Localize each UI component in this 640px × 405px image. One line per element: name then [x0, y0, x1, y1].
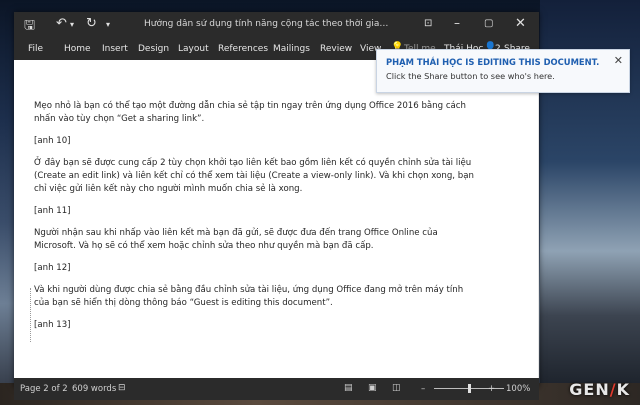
notification-title: PHẠM THÁI HỌC IS EDITING THIS DOCUMENT. [386, 57, 600, 67]
document-page[interactable]: Mẹo nhỏ là bạn có thể tạo một đường dẫn … [14, 60, 538, 378]
watermark-text-right: K [616, 380, 630, 399]
paragraph: Ở đây bạn sẽ được cung cấp 2 tùy chọn kh… [34, 158, 474, 194]
genk-watermark: GEN/K [569, 380, 630, 399]
save-icon[interactable]: 🖫 [24, 16, 35, 38]
zoom-out-icon[interactable]: – [421, 384, 425, 394]
redo-icon[interactable]: ↻ [86, 16, 97, 31]
tab-file[interactable]: File [28, 44, 43, 54]
customize-toolbar-icon[interactable]: ▾ [106, 20, 110, 29]
close-icon[interactable]: ✕ [614, 54, 623, 67]
tab-home[interactable]: Home [64, 44, 91, 54]
guest-cursor-marker [30, 288, 31, 342]
tab-design[interactable]: Design [138, 44, 169, 54]
print-layout-icon[interactable]: ▣ [368, 383, 377, 393]
paragraph: Mẹo nhỏ là bạn có thể tạo một đường dẫn … [34, 101, 466, 124]
read-mode-icon[interactable]: ▤ [344, 383, 353, 393]
paragraph: Và khi người dùng được chia sẻ bằng đầu … [34, 285, 464, 308]
tab-insert[interactable]: Insert [102, 44, 128, 54]
document-area: Mẹo nhỏ là bạn có thể tạo một đường dẫn … [14, 60, 539, 378]
ribbon-display-options-icon[interactable]: ⊡ [424, 18, 432, 29]
window-title: Hướng dẫn sử dụng tính năng cộng tác the… [144, 19, 394, 29]
minimize-icon[interactable]: – [454, 16, 460, 30]
tab-mailings[interactable]: Mailings [273, 44, 310, 54]
status-bar: Page 2 of 2 609 words ⊟ ▤ ▣ ◫ – + 100% [14, 378, 539, 400]
watermark-slash: / [609, 380, 617, 399]
coauthor-notification: PHẠM THÁI HỌC IS EDITING THIS DOCUMENT. … [376, 49, 630, 93]
undo-icon[interactable]: ↶ [56, 16, 67, 31]
zoom-in-icon[interactable]: + [488, 384, 495, 394]
document-body[interactable]: Mẹo nhỏ là bạn có thể tạo một đường dẫn … [34, 100, 474, 341]
paragraph: [anh 11] [34, 206, 71, 216]
maximize-icon[interactable]: ▢ [484, 18, 493, 29]
zoom-slider-thumb[interactable] [468, 384, 471, 393]
zoom-level[interactable]: 100% [506, 384, 530, 394]
web-layout-icon[interactable]: ◫ [392, 383, 401, 393]
tab-references[interactable]: References [218, 44, 268, 54]
word-count[interactable]: 609 words [72, 384, 116, 394]
notification-body: Click the Share button to see who's here… [386, 71, 555, 81]
undo-dropdown-icon[interactable]: ▾ [70, 20, 74, 29]
paragraph: [anh 10] [34, 136, 71, 146]
tab-review[interactable]: Review [320, 44, 352, 54]
paragraph: [anh 12] [34, 263, 71, 273]
close-icon[interactable]: ✕ [515, 16, 526, 31]
proofing-icon[interactable]: ⊟ [118, 383, 126, 393]
paragraph: [anh 13] [34, 320, 71, 330]
title-bar: 🖫 ↶ ▾ ↻ ▾ Hướng dẫn sử dụng tính năng cộ… [14, 12, 539, 38]
tab-layout[interactable]: Layout [178, 44, 209, 54]
page-count[interactable]: Page 2 of 2 [20, 384, 68, 394]
watermark-text-left: GEN [569, 380, 610, 399]
paragraph: Người nhận sau khi nhấp vào liên kết mà … [34, 228, 438, 251]
